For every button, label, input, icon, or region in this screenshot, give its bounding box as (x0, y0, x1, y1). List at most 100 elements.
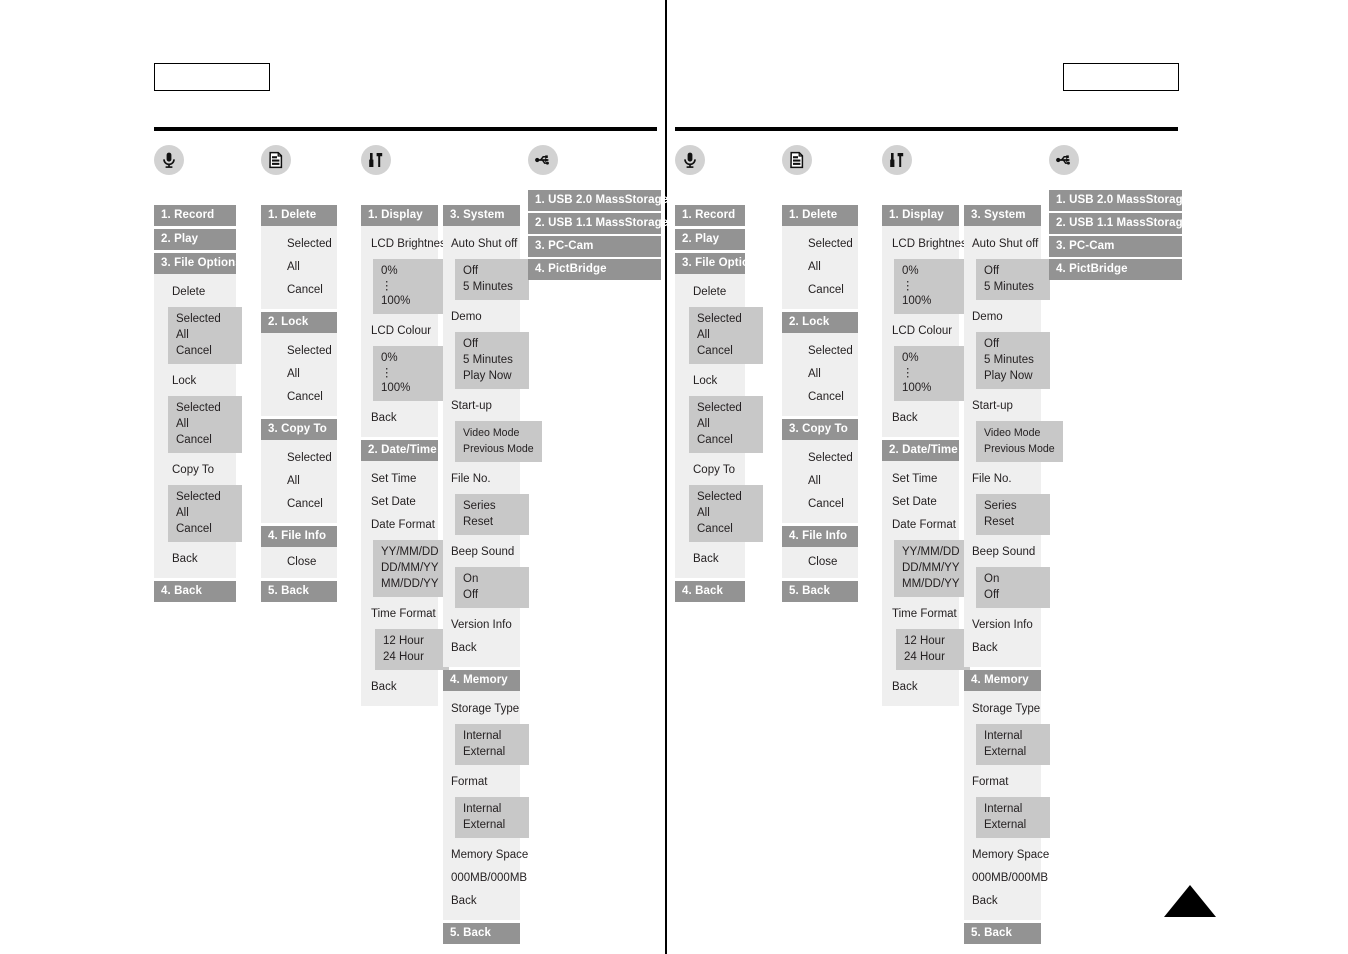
menu-item-back[interactable]: Back (443, 890, 520, 913)
menu-item-lock[interactable]: Lock (154, 370, 236, 393)
menu-item-back[interactable]: Back (882, 676, 959, 699)
menu-item-all[interactable]: All (261, 256, 337, 279)
option-reset[interactable]: Reset (984, 514, 1042, 530)
option-internal[interactable]: Internal (463, 801, 521, 817)
menu-header-back[interactable]: 4. Back (154, 581, 236, 602)
option-24-hour[interactable]: 24 Hour (383, 649, 441, 665)
option-5-minutes[interactable]: 5 Minutes (463, 352, 521, 368)
usb-item-pc-cam[interactable]: 3. PC-Cam (528, 236, 661, 257)
menu-item-start-up[interactable]: Start-up (443, 395, 520, 418)
option-mm-dd-yy[interactable]: MM/DD/YY (902, 576, 972, 592)
menu-item-set-time[interactable]: Set Time (882, 468, 959, 491)
menu-item-copy-to[interactable]: Copy To (675, 459, 745, 482)
option-dd-mm-yy[interactable]: DD/MM/YY (381, 560, 451, 576)
option-selected[interactable]: Selected (176, 311, 234, 327)
menu-header-back[interactable]: 5. Back (964, 923, 1041, 944)
menu-header-display[interactable]: 1. Display (361, 205, 438, 226)
option-reset[interactable]: Reset (463, 514, 521, 530)
menu-header-file-info[interactable]: 4. File Info (782, 526, 858, 547)
menu-item-set-date[interactable]: Set Date (882, 491, 959, 514)
menu-item-file-no[interactable]: File No. (964, 468, 1041, 491)
option-internal[interactable]: Internal (463, 728, 521, 744)
menu-header-record[interactable]: 1. Record (154, 205, 236, 226)
menu-item-close[interactable]: Close (261, 551, 337, 574)
option-series[interactable]: Series (463, 498, 521, 514)
option-previous-mode[interactable]: Previous Mode (463, 441, 534, 457)
menu-header-file-options[interactable]: 3. File Options (154, 253, 242, 274)
option-external[interactable]: External (984, 817, 1042, 833)
menu-item-all[interactable]: All (782, 256, 858, 279)
menu-header-play[interactable]: 2. Play (675, 229, 745, 250)
menu-item-back[interactable]: Back (964, 890, 1041, 913)
menu-item-date-format[interactable]: Date Format (882, 514, 959, 537)
option-video-mode[interactable]: Video Mode (463, 425, 534, 441)
option-external[interactable]: External (463, 817, 521, 833)
option-off[interactable]: Off (984, 587, 1042, 603)
menu-item-memory-space[interactable]: Memory Space (443, 844, 528, 867)
menu-item-back[interactable]: Back (443, 637, 520, 660)
option-max[interactable]: 100% (902, 380, 960, 396)
option-all[interactable]: All (697, 327, 755, 343)
menu-header-display[interactable]: 1. Display (882, 205, 959, 226)
usb-item-usb-2-massstorage[interactable]: 1. USB 2.0 MassStorage (528, 190, 668, 211)
menu-header-system[interactable]: 3. System (964, 205, 1041, 226)
option-off[interactable]: Off (463, 336, 521, 352)
menu-item-lcd-brightness[interactable]: LCD Brightness (361, 233, 452, 256)
option-internal[interactable]: Internal (984, 801, 1042, 817)
option-max[interactable]: 100% (381, 293, 439, 309)
menu-item-delete[interactable]: Delete (154, 281, 236, 304)
usb-item-pictbridge[interactable]: 4. PictBridge (528, 259, 661, 280)
menu-item-selected[interactable]: Selected (782, 233, 858, 256)
menu-item-back[interactable]: Back (361, 676, 438, 699)
option-selected[interactable]: Selected (697, 489, 755, 505)
option-min[interactable]: 0% (381, 263, 439, 279)
menu-item-cancel[interactable]: Cancel (782, 386, 858, 409)
menu-item-back[interactable]: Back (964, 637, 1041, 660)
menu-item-demo[interactable]: Demo (964, 306, 1041, 329)
menu-header-memory[interactable]: 4. Memory (964, 670, 1041, 691)
menu-item-version-info[interactable]: Version Info (964, 614, 1041, 637)
menu-header-record[interactable]: 1. Record (675, 205, 745, 226)
menu-item-selected[interactable]: Selected (261, 447, 337, 470)
menu-item-lcd-colour[interactable]: LCD Colour (361, 320, 438, 343)
option-dd-mm-yy[interactable]: DD/MM/YY (902, 560, 972, 576)
option-5-minutes[interactable]: 5 Minutes (463, 279, 521, 295)
option-max[interactable]: 100% (902, 293, 960, 309)
menu-item-lcd-colour[interactable]: LCD Colour (882, 320, 959, 343)
option-play-now[interactable]: Play Now (984, 368, 1042, 384)
menu-item-auto-shut-off[interactable]: Auto Shut off (964, 233, 1041, 256)
menu-item-selected[interactable]: Selected (782, 447, 858, 470)
option-mm-dd-yy[interactable]: MM/DD/YY (381, 576, 451, 592)
menu-item-storage-type[interactable]: Storage Type (964, 698, 1041, 721)
usb-item-pc-cam[interactable]: 3. PC-Cam (1049, 236, 1182, 257)
option-cancel[interactable]: Cancel (697, 343, 755, 359)
menu-header-play[interactable]: 2. Play (154, 229, 236, 250)
menu-header-memory[interactable]: 4. Memory (443, 670, 520, 691)
menu-item-delete[interactable]: Delete (675, 281, 745, 304)
option-5-minutes[interactable]: 5 Minutes (984, 352, 1042, 368)
menu-item-back[interactable]: Back (882, 407, 959, 430)
option-12-hour[interactable]: 12 Hour (383, 633, 441, 649)
menu-item-close[interactable]: Close (782, 551, 858, 574)
option-on[interactable]: On (463, 571, 521, 587)
option-min[interactable]: 0% (902, 350, 960, 366)
menu-item-cancel[interactable]: Cancel (261, 279, 337, 302)
option-cancel[interactable]: Cancel (176, 343, 234, 359)
menu-item-back[interactable]: Back (361, 407, 438, 430)
menu-header-delete[interactable]: 1. Delete (782, 205, 858, 226)
menu-item-date-format[interactable]: Date Format (361, 514, 438, 537)
option-selected[interactable]: Selected (176, 400, 234, 416)
option-series[interactable]: Series (984, 498, 1042, 514)
menu-header-date-time[interactable]: 2. Date/Time (882, 440, 959, 461)
option-internal[interactable]: Internal (984, 728, 1042, 744)
option-cancel[interactable]: Cancel (176, 432, 234, 448)
menu-item-time-format[interactable]: Time Format (361, 603, 438, 626)
menu-item-beep-sound[interactable]: Beep Sound (443, 541, 520, 564)
menu-item-start-up[interactable]: Start-up (964, 395, 1041, 418)
option-12-hour[interactable]: 12 Hour (904, 633, 962, 649)
menu-header-date-time[interactable]: 2. Date/Time (361, 440, 438, 461)
option-cancel[interactable]: Cancel (176, 521, 234, 537)
menu-item-all[interactable]: All (782, 470, 858, 493)
menu-item-copy-to[interactable]: Copy To (154, 459, 236, 482)
menu-item-beep-sound[interactable]: Beep Sound (964, 541, 1041, 564)
